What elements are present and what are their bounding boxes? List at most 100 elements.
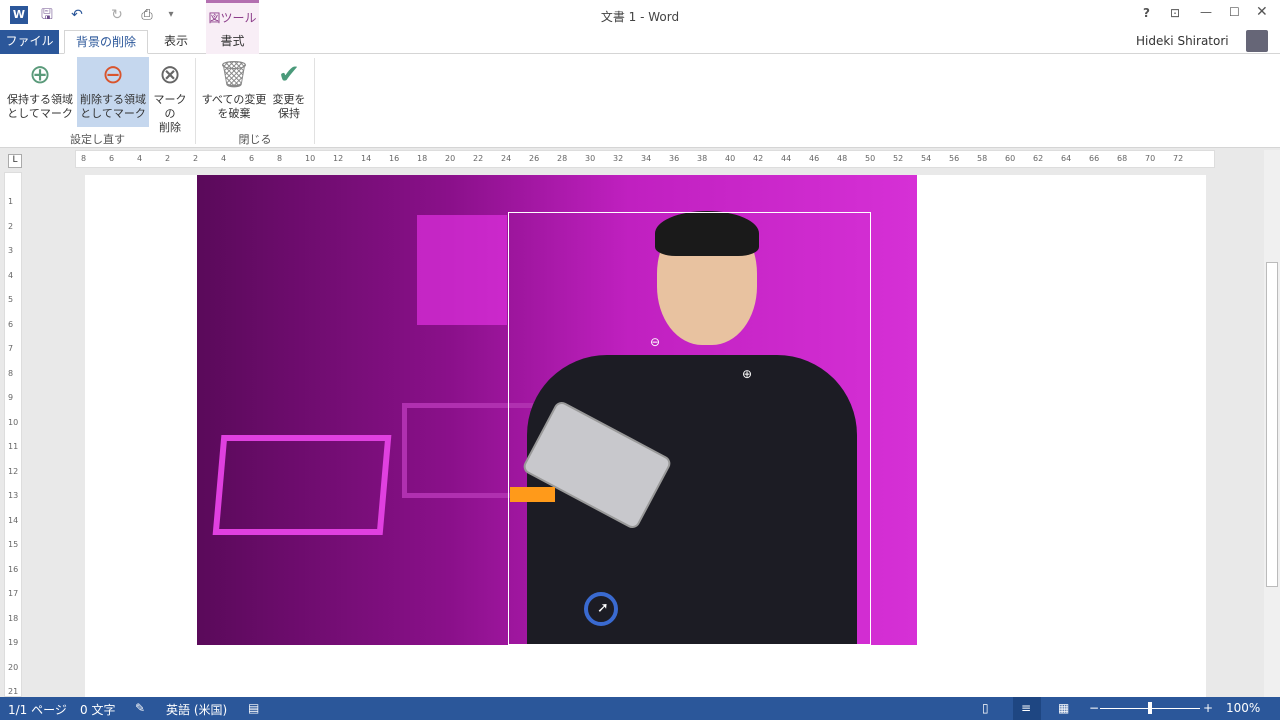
ruler-label: 54 xyxy=(921,154,932,163)
print-layout-icon[interactable]: ≡ xyxy=(1013,697,1041,720)
read-mode-icon[interactable]: ▯ xyxy=(982,701,989,715)
zoom-in-button[interactable]: + xyxy=(1203,701,1213,715)
ruler-label: 8 xyxy=(81,154,87,163)
user-name[interactable]: Hideki Shiratori xyxy=(1136,34,1229,48)
ruler-label: 15 xyxy=(8,540,19,549)
horizontal-ruler[interactable]: 8 6 4 2 2 4 6 8 10 12 14 16 18 20 22 24 26 28 30 32 34 36 38 40… xyxy=(75,150,1215,168)
ruler-label: 62 xyxy=(1033,154,1044,163)
minimize-icon[interactable]: — xyxy=(1200,5,1212,19)
ruler-label: 64 xyxy=(1061,154,1072,163)
tab-selector[interactable]: L xyxy=(8,154,22,168)
button-label: すべての変更 を破棄 xyxy=(201,93,267,120)
tab-remove-background[interactable]: 背景の削除 xyxy=(64,30,148,54)
discard-changes-button[interactable]: 🗑 すべての変更 を破棄 xyxy=(199,57,269,127)
ruler-label: 4 xyxy=(137,154,143,163)
delete-mark-button[interactable]: ⊗ マークの 削除 xyxy=(150,57,190,134)
ruler-label: 20 xyxy=(445,154,456,163)
ruler-label: 4 xyxy=(221,154,227,163)
tab-format[interactable]: 書式 xyxy=(206,30,259,54)
web-layout-icon[interactable]: ▦ xyxy=(1058,701,1069,715)
avatar[interactable] xyxy=(1246,30,1268,52)
remove-mark-icon: ⊗ xyxy=(159,60,181,90)
ruler-label: 1 xyxy=(8,197,14,206)
recycle-bin-icon: 🗑 xyxy=(217,60,251,90)
tab-file[interactable]: ファイル xyxy=(0,30,59,54)
ruler-label: 2 xyxy=(193,154,199,163)
button-label: 保持する領域 としてマーク xyxy=(7,93,73,120)
ruler-label: 36 xyxy=(669,154,680,163)
ruler-label: 6 xyxy=(109,154,115,163)
macro-icon[interactable]: ▤ xyxy=(248,701,259,715)
help-icon[interactable]: ? xyxy=(1143,6,1150,20)
button-label: 削除する領域 としてマーク xyxy=(80,93,146,120)
vertical-scrollbar[interactable] xyxy=(1264,150,1280,697)
keep-changes-button[interactable]: ✔ 変更を 保持 xyxy=(269,57,309,127)
ruler-label: 18 xyxy=(417,154,428,163)
zoom-level[interactable]: 100% xyxy=(1226,701,1260,715)
ruler-label: 40 xyxy=(725,154,736,163)
ruler-label: 66 xyxy=(1089,154,1100,163)
group-label-close: 閉じる xyxy=(238,133,272,146)
scroll-thumb[interactable] xyxy=(1266,262,1278,587)
ruler-label: 12 xyxy=(8,466,19,476)
ruler-label: 34 xyxy=(641,154,652,163)
mark-remove-button[interactable]: ⊖ 削除する領域 としてマーク xyxy=(77,57,149,127)
mark-keep-button[interactable]: ⊕ 保持する領域 としてマーク xyxy=(4,57,76,127)
ruler-label: 60 xyxy=(1005,154,1016,163)
ruler-label: 2 xyxy=(165,154,171,163)
picture-tools-label: 図ツール xyxy=(206,0,259,30)
ruler-label: 10 xyxy=(305,154,316,163)
page-count[interactable]: 1/1 ページ xyxy=(8,701,67,718)
word-count[interactable]: 0 文字 xyxy=(80,701,115,718)
ruler-label: 19 xyxy=(8,638,19,647)
close-icon[interactable]: ✕ xyxy=(1256,4,1268,20)
picture-background-removal[interactable]: ➚ ⊕ ⊖ xyxy=(197,175,917,645)
ruler-label: 20 xyxy=(8,662,19,672)
ruler-label: 70 xyxy=(1145,154,1156,163)
selection-box[interactable] xyxy=(508,212,871,645)
ruler-label: 21 xyxy=(8,687,19,696)
ruler-label: 9 xyxy=(8,393,14,402)
ruler-label: 14 xyxy=(8,515,19,525)
ruler-label: 50 xyxy=(865,154,876,163)
button-label: 変更を 保持 xyxy=(272,93,306,120)
ruler-label: 52 xyxy=(893,154,904,163)
laptop-shape xyxy=(212,435,392,535)
ruler-label: 24 xyxy=(501,154,512,163)
remove-mark-icon: ⊖ xyxy=(650,335,661,349)
ruler-label: 16 xyxy=(8,564,19,574)
maximize-icon[interactable]: ☐ xyxy=(1229,5,1240,19)
zoom-out-button[interactable]: − xyxy=(1089,701,1099,715)
ruler-label: 5 xyxy=(8,295,14,304)
ruler-label: 14 xyxy=(361,154,372,163)
ruler-label: 12 xyxy=(333,154,344,163)
button-label: マークの 削除 xyxy=(153,93,187,134)
ruler-label: 28 xyxy=(557,154,568,163)
language[interactable]: 英語 (米国) xyxy=(166,701,227,718)
window-title: 文書 1 - Word xyxy=(600,10,680,24)
ruler-label: 46 xyxy=(809,154,820,163)
ruler-label: 48 xyxy=(837,154,848,163)
ruler-label: 22 xyxy=(473,154,484,163)
ribbon-display-icon[interactable]: ⊡ xyxy=(1170,6,1180,20)
group-label-reset: 設定し直す xyxy=(70,133,125,146)
title-bar: W 🖫 ↶ ↻ ⎙ ▾ 文書 1 - Word ? ⊡ — ☐ ✕ xyxy=(0,0,1280,30)
vertical-ruler[interactable]: 12345678910111213141516171819202122 xyxy=(4,172,22,721)
ruler-label: 8 xyxy=(277,154,283,163)
ruler-label: 38 xyxy=(697,154,708,163)
ruler-label: 56 xyxy=(949,154,960,163)
ruler-label: 13 xyxy=(8,491,19,500)
status-bar: 1/1 ページ 0 文字 ✎ 英語 (米国) ▤ ▯ ≡ ▦ − + 100% xyxy=(0,697,1280,720)
ruler-label: 32 xyxy=(613,154,624,163)
ruler-label: 4 xyxy=(8,270,14,280)
ruler-label: 7 xyxy=(8,344,14,353)
ruler-label: 30 xyxy=(585,154,596,163)
ruler-label: 10 xyxy=(8,417,19,427)
window-shape xyxy=(417,215,507,325)
zoom-slider-thumb[interactable] xyxy=(1148,702,1152,714)
ruler-label: 72 xyxy=(1173,154,1184,163)
ruler-label: 8 xyxy=(8,368,14,378)
plus-pencil-icon: ⊕ xyxy=(29,60,51,90)
proofing-icon[interactable]: ✎ xyxy=(135,701,145,715)
tab-view[interactable]: 表示 xyxy=(152,30,200,54)
